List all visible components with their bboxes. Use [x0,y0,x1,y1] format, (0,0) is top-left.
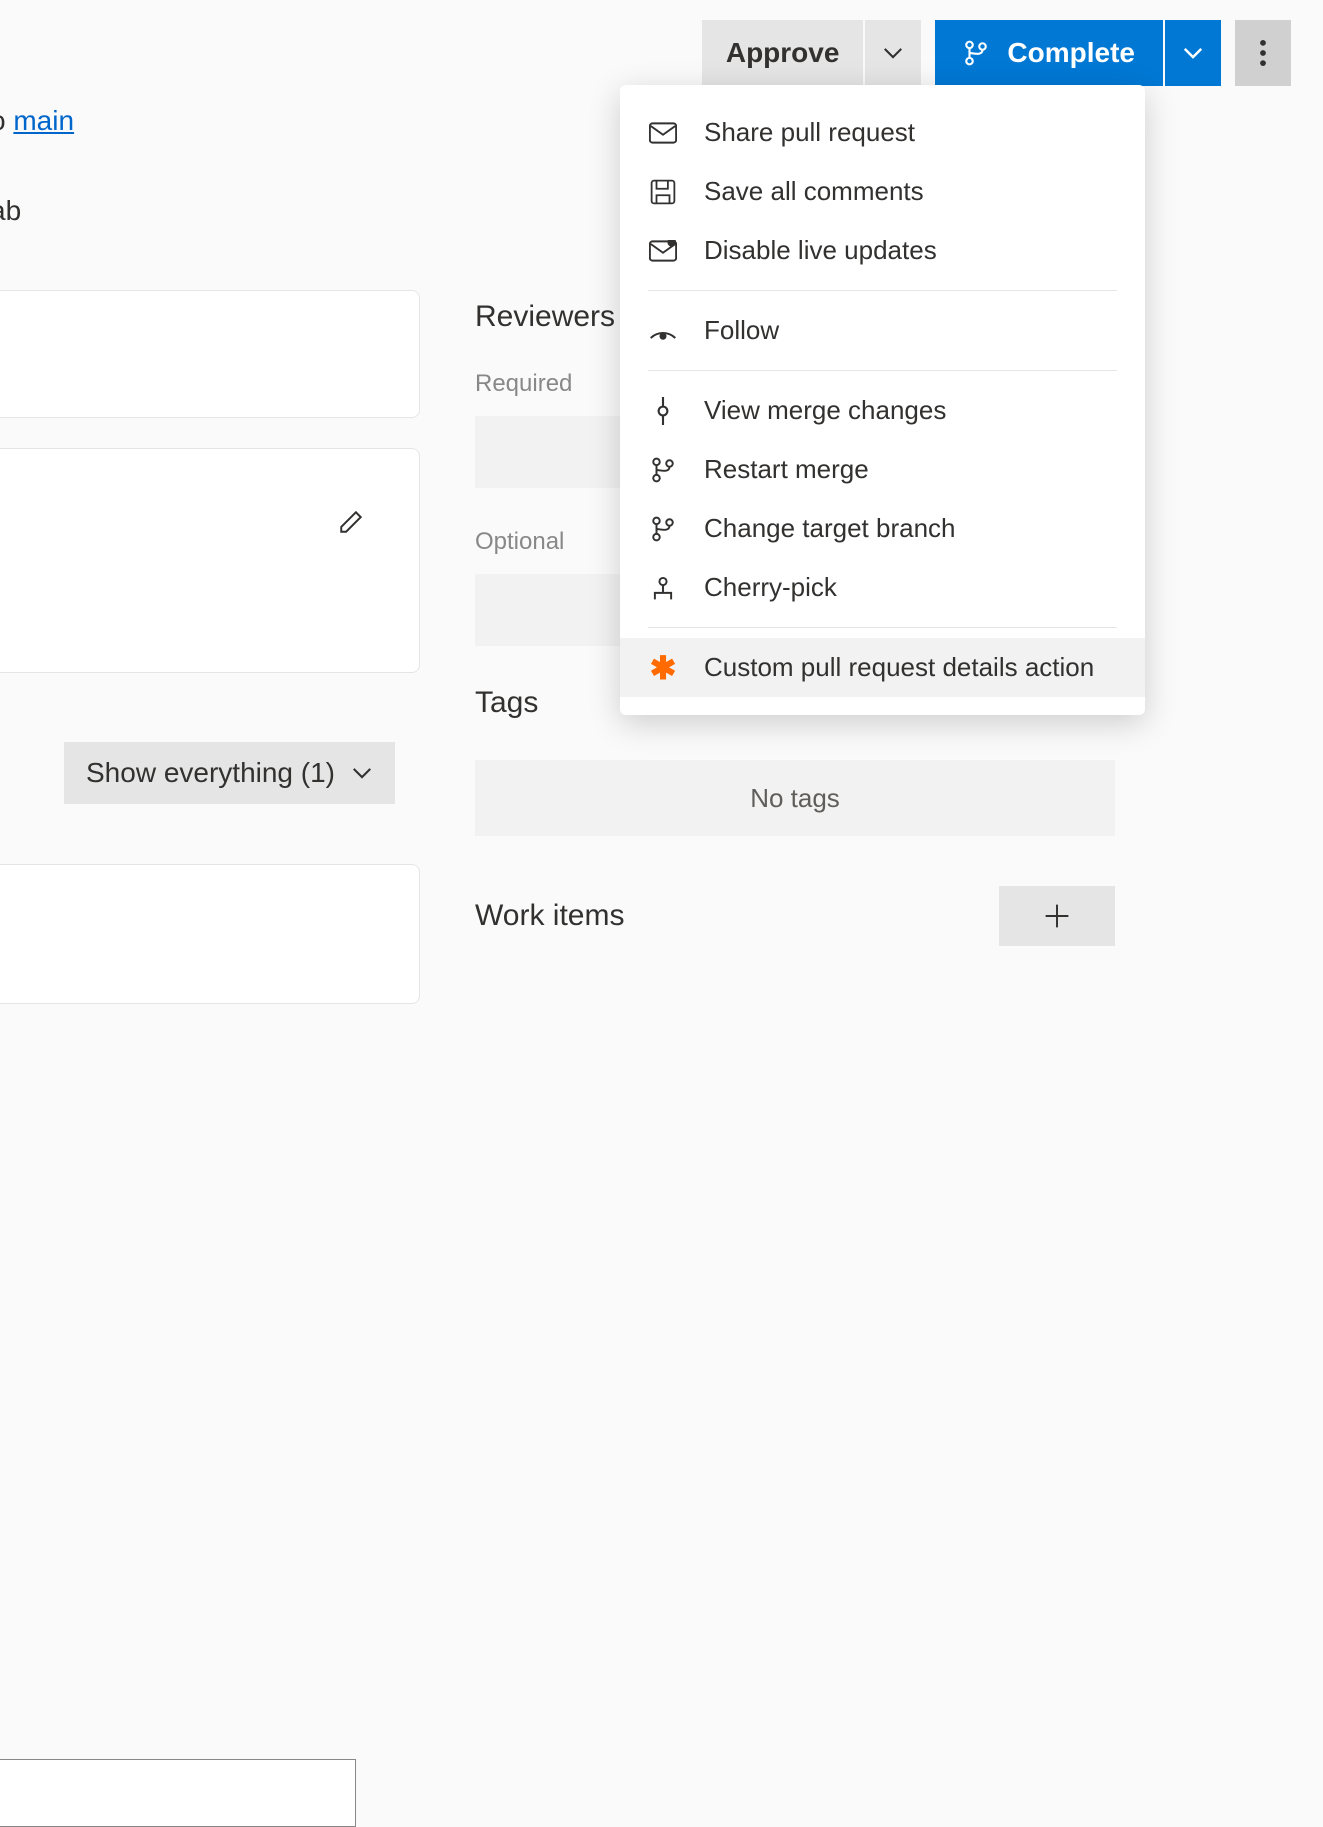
chevron-down-icon [1182,42,1204,64]
menu-restart-merge[interactable]: Restart merge [620,440,1145,499]
branch-icon [648,455,678,485]
menu-label: Cherry-pick [704,572,837,603]
menu-label: Disable live updates [704,235,937,266]
cherry-pick-icon [648,573,678,603]
menu-share-pr[interactable]: Share pull request [620,103,1145,162]
header-actions: Approve Complete [702,20,1291,86]
asterisk-icon: ✱ [648,653,678,683]
complete-dropdown[interactable] [1165,20,1221,86]
menu-view-merge[interactable]: View merge changes [620,381,1145,440]
chevron-down-icon [882,42,904,64]
menu-save-comments[interactable]: Save all comments [620,162,1145,221]
branch-link[interactable]: main [13,105,74,136]
menu-divider [648,627,1117,628]
menu-cherry-pick[interactable]: Cherry-pick [620,558,1145,617]
approve-split: Approve [702,20,922,86]
description-card [0,290,420,418]
approve-dropdown[interactable] [865,20,921,86]
menu-label: Save all comments [704,176,924,207]
save-icon [648,177,678,207]
complete-split: Complete [935,20,1221,86]
menu-change-target[interactable]: Change target branch [620,499,1145,558]
branch-icon [963,39,989,67]
chevron-down-icon [351,762,373,784]
menu-label: Custom pull request details action [704,652,1094,683]
menu-follow[interactable]: Follow [620,301,1145,360]
edit-icon[interactable] [338,509,364,535]
complete-label: Complete [1007,37,1135,69]
approve-button[interactable]: Approve [702,20,864,86]
tags-box[interactable]: No tags [475,760,1115,836]
more-actions-button[interactable] [1235,20,1291,86]
live-off-icon [648,236,678,266]
comment-card [0,864,420,1004]
branch-icon [648,514,678,544]
comment-input[interactable] [0,1759,356,1827]
branch-target: o main [0,105,74,137]
more-actions-menu: Share pull request Save all comments Dis… [620,85,1145,715]
mail-icon [648,118,678,148]
plus-icon [1044,903,1070,929]
menu-custom-action[interactable]: ✱ Custom pull request details action [620,638,1145,697]
tab-label-fragment: ab [0,195,21,227]
branch-prefix: o [0,105,13,136]
workitems-heading: Work items [475,899,624,933]
menu-label: Change target branch [704,513,956,544]
eye-icon [648,316,678,346]
commit-icon [648,396,678,426]
menu-label: View merge changes [704,395,946,426]
show-filter-label: Show everything (1) [86,757,335,789]
complete-button[interactable]: Complete [935,20,1163,86]
menu-label: Follow [704,315,779,346]
menu-disable-live[interactable]: Disable live updates [620,221,1145,280]
kebab-icon [1260,40,1266,66]
show-everything-filter[interactable]: Show everything (1) [64,742,395,804]
menu-divider [648,290,1117,291]
content-card [0,448,420,673]
menu-divider [648,370,1117,371]
workitems-section: Work items [475,886,1115,946]
menu-label: Share pull request [704,117,915,148]
add-workitem-button[interactable] [999,886,1115,946]
menu-label: Restart merge [704,454,869,485]
